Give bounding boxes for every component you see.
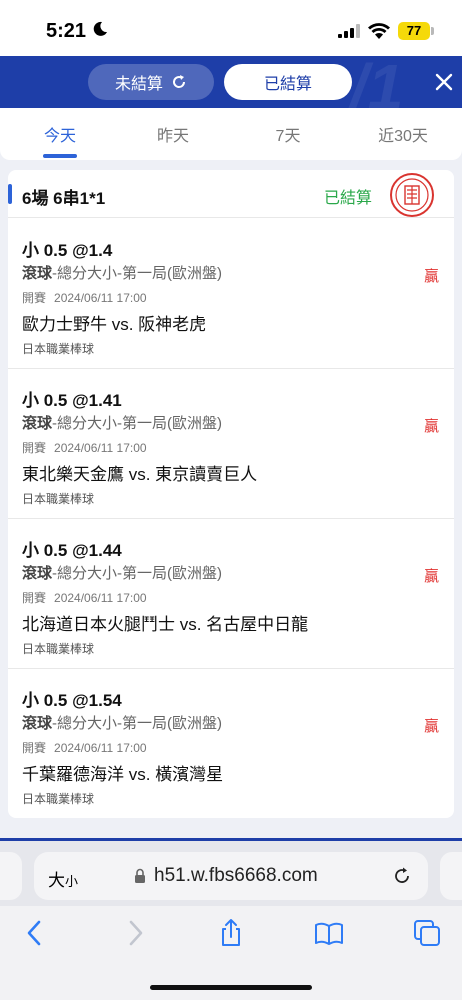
win-stamp-icon	[390, 173, 434, 217]
bet-league: 日本職業棒球	[22, 792, 95, 806]
bet-market: 滾球-總分大小-第一局(歐洲盤)	[22, 412, 222, 433]
bet-market-type: 滾球	[22, 265, 53, 282]
bet-market-detail: -總分大小-第一局(歐洲盤)	[52, 415, 222, 432]
share-icon[interactable]	[216, 918, 246, 948]
bet-kickoff: 開賽 2024/06/11 17:00	[22, 289, 147, 306]
bet-odds: 小 0.5 @1.4	[22, 241, 113, 260]
header: /1 未結算 已結算	[0, 56, 462, 108]
bet-match: 歐力士野牛 vs. 阪神老虎	[22, 315, 207, 334]
parlay-card: 6場 6串1*1 已結算 小 0.5 @1.4 滾球-總分大小-第一局(歐洲盤)…	[8, 170, 454, 818]
bet-match: 東北樂天金鷹 vs. 東京讀賣巨人	[22, 465, 258, 484]
card-status: 已結算	[324, 190, 373, 207]
bet-result: 贏	[424, 418, 440, 435]
next-tab-preview[interactable]	[440, 852, 462, 900]
settled-tab-button[interactable]: 已結算	[224, 64, 352, 100]
tab-today[interactable]: 今天	[40, 122, 80, 146]
tabs-icon[interactable]	[412, 918, 442, 948]
bet-odds: 小 0.5 @1.44	[22, 541, 122, 560]
back-icon[interactable]	[20, 918, 50, 948]
kickoff-label: 開賽	[22, 741, 47, 755]
bet-match: 北海道日本火腿鬥士 vs. 名古屋中日龍	[22, 615, 309, 634]
kickoff-label: 開賽	[22, 441, 47, 455]
bet-league: 日本職業棒球	[22, 642, 95, 656]
unsettled-label: 未結算	[114, 76, 163, 93]
lock-icon	[135, 868, 145, 883]
kickoff-time: 2024/06/11 17:00	[54, 441, 147, 455]
bet-kickoff: 開賽 2024/06/11 17:00	[22, 439, 147, 456]
reload-icon[interactable]	[392, 866, 412, 886]
kickoff-label: 開賽	[22, 291, 47, 305]
bet-league: 日本職業棒球	[22, 492, 95, 506]
card-header-accent	[8, 184, 12, 204]
reader-settings-button[interactable]: 大小	[48, 866, 78, 891]
home-indicator	[150, 985, 312, 990]
battery-nub	[431, 27, 434, 35]
bet-kickoff: 開賽 2024/06/11 17:00	[22, 739, 147, 756]
bet-item: 小 0.5 @1.54 滾球-總分大小-第一局(歐洲盤) 贏 開賽 2024/06…	[8, 669, 454, 819]
bet-result: 贏	[424, 268, 440, 285]
bet-odds: 小 0.5 @1.54	[22, 691, 122, 710]
date-tabs: 今天 昨天 7天 近30天	[0, 108, 462, 160]
bet-market-type: 滾球	[22, 415, 53, 432]
bet-item: 小 0.5 @1.41 滾球-總分大小-第一局(歐洲盤) 贏 開賽 2024/06…	[8, 369, 454, 519]
bet-market: 滾球-總分大小-第一局(歐洲盤)	[22, 562, 222, 583]
bet-item: 小 0.5 @1.44 滾球-總分大小-第一局(歐洲盤) 贏 開賽 2024/06…	[8, 519, 454, 669]
kickoff-time: 2024/06/11 17:00	[54, 741, 147, 755]
bet-market-detail: -總分大小-第一局(歐洲盤)	[52, 715, 222, 732]
address-bar[interactable]: 大小 h51.w.fbs6668.com	[34, 852, 428, 900]
battery-level: 77	[406, 23, 422, 38]
bet-market: 滾球-總分大小-第一局(歐洲盤)	[22, 712, 222, 733]
settled-label: 已結算	[263, 76, 312, 93]
aa-small: 小	[65, 874, 79, 889]
close-icon[interactable]	[432, 70, 456, 94]
forward-icon[interactable]	[120, 918, 150, 948]
bet-match: 千葉羅德海洋 vs. 橫濱灣星	[22, 765, 224, 784]
bookmarks-icon[interactable]	[314, 918, 344, 948]
kickoff-time: 2024/06/11 17:00	[54, 291, 147, 305]
bet-market-detail: -總分大小-第一局(歐洲盤)	[52, 265, 222, 282]
status-time: 5:21	[46, 20, 87, 42]
page-bottom-edge	[0, 838, 462, 841]
unsettled-tab-button[interactable]: 未結算	[88, 64, 214, 100]
signal-icon	[338, 24, 360, 38]
bet-league: 日本職業棒球	[22, 342, 95, 356]
bet-kickoff: 開賽 2024/06/11 17:00	[22, 589, 147, 606]
bet-market-type: 滾球	[22, 715, 53, 732]
kickoff-label: 開賽	[22, 591, 47, 605]
tab-yesterday[interactable]: 昨天	[153, 122, 193, 146]
previous-tab-preview[interactable]	[0, 852, 22, 900]
bet-result: 贏	[424, 718, 440, 735]
card-header: 6場 6串1*1 已結算	[8, 170, 454, 218]
bet-market: 滾球-總分大小-第一局(歐洲盤)	[22, 262, 222, 283]
bet-market-detail: -總分大小-第一局(歐洲盤)	[52, 565, 222, 582]
bet-result: 贏	[424, 568, 440, 585]
tab-7-days[interactable]: 7天	[268, 122, 308, 146]
kickoff-time: 2024/06/11 17:00	[54, 591, 147, 605]
header-decoration: /1	[350, 56, 404, 108]
moon-icon	[93, 21, 107, 36]
card-title: 6場 6串1*1	[22, 189, 106, 208]
wifi-icon	[368, 23, 390, 39]
battery-indicator: 77	[398, 22, 430, 40]
bet-odds: 小 0.5 @1.41	[22, 391, 122, 410]
status-bar: 5:21 77	[0, 0, 462, 56]
aa-large: 大	[48, 871, 65, 890]
bet-item: 小 0.5 @1.4 滾球-總分大小-第一局(歐洲盤) 贏 開賽 2024/06/…	[8, 219, 454, 369]
active-tab-indicator	[43, 154, 77, 158]
bet-market-type: 滾球	[22, 565, 53, 582]
tab-30-days[interactable]: 近30天	[372, 122, 434, 146]
url-text[interactable]: h51.w.fbs6668.com	[154, 865, 318, 887]
refresh-icon[interactable]	[171, 74, 187, 90]
